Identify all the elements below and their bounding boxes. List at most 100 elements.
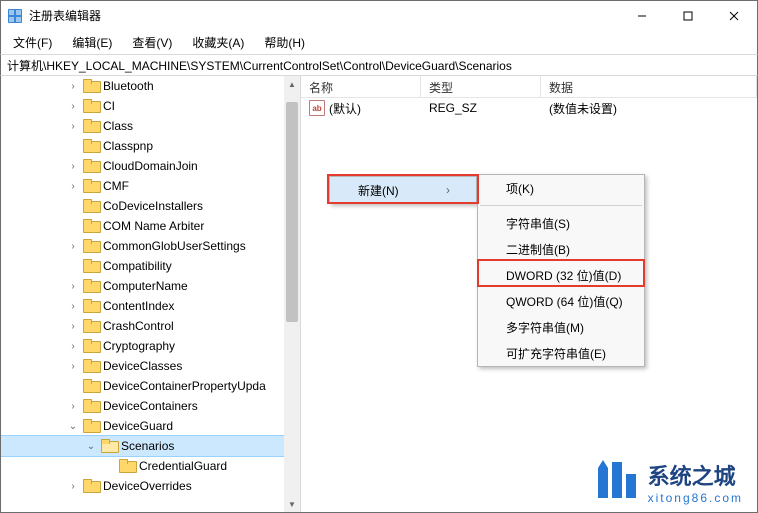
- tree-node-label: Scenarios: [121, 439, 174, 453]
- tree-node[interactable]: DeviceContainerPropertyUpda: [1, 376, 284, 396]
- tree-node[interactable]: › DeviceContainers: [1, 396, 284, 416]
- menu-edit[interactable]: 编辑(E): [64, 32, 120, 53]
- tree-node-label: ComputerName: [103, 279, 188, 293]
- tree-node[interactable]: › ContentIndex: [1, 296, 284, 316]
- watermark-title: 系统之城: [648, 459, 743, 491]
- tree-node[interactable]: ›CrashControl: [1, 316, 284, 336]
- column-data[interactable]: 数据: [541, 76, 757, 97]
- tree-node[interactable]: › Class: [1, 116, 284, 136]
- folder-icon: [83, 319, 99, 333]
- chevron-right-icon[interactable]: ›: [67, 321, 79, 332]
- chevron-right-icon[interactable]: ›: [67, 361, 79, 372]
- tree-node[interactable]: ›CMF: [1, 176, 284, 196]
- tree-node-label: CoDeviceInstallers: [103, 199, 203, 213]
- submenu-multi[interactable]: 多字符串值(M): [478, 314, 644, 340]
- folder-icon: [83, 359, 99, 373]
- tree-node-label: Class: [103, 119, 133, 133]
- tree-node[interactable]: Classpnp: [1, 136, 284, 156]
- tree-node-label: ContentIndex: [103, 299, 174, 313]
- chevron-right-icon[interactable]: ›: [67, 161, 79, 172]
- minimize-button[interactable]: [619, 1, 665, 30]
- tree-node[interactable]: ›Bluetooth: [1, 76, 284, 96]
- menu-view[interactable]: 查看(V): [124, 32, 180, 53]
- tree-node-label: DeviceContainers: [103, 399, 198, 413]
- tree-node[interactable]: › ComputerName: [1, 276, 284, 296]
- values-body[interactable]: ab (默认) REG_SZ (数值未设置): [301, 98, 757, 118]
- context-submenu: 项(K) 字符串值(S) 二进制值(B) DWORD (32 位)值(D) QW…: [477, 174, 645, 367]
- submenu-dword[interactable]: DWORD (32 位)值(D): [478, 262, 644, 288]
- chevron-right-icon[interactable]: ›: [67, 301, 79, 312]
- chevron-down-icon[interactable]: ⌄: [67, 421, 79, 432]
- chevron-right-icon[interactable]: ›: [67, 401, 79, 412]
- folder-icon: [83, 479, 99, 493]
- menu-bar: 文件(F) 编辑(E) 查看(V) 收藏夹(A) 帮助(H): [0, 30, 758, 54]
- chevron-right-icon[interactable]: ›: [67, 121, 79, 132]
- folder-icon: [83, 339, 99, 353]
- string-value-icon: ab: [309, 100, 325, 116]
- tree-node[interactable]: › CommonGlobUserSettings: [1, 236, 284, 256]
- tree-pane: ›Bluetooth›CI›ClassClasspnp›CloudDomainJ…: [1, 76, 301, 512]
- tree-node-label: DeviceGuard: [103, 419, 173, 433]
- folder-icon: [83, 99, 99, 113]
- value-type: REG_SZ: [421, 101, 541, 115]
- chevron-down-icon[interactable]: ⌄: [85, 441, 97, 452]
- tree-node[interactable]: CoDeviceInstallers: [1, 196, 284, 216]
- chevron-right-icon[interactable]: ›: [67, 481, 79, 492]
- chevron-right-icon[interactable]: ›: [67, 101, 79, 112]
- chevron-right-icon[interactable]: ›: [67, 341, 79, 352]
- scroll-up-button[interactable]: ▲: [284, 76, 300, 92]
- submenu-qword-label: QWORD (64 位)值(Q): [506, 293, 623, 310]
- submenu-dword-label: DWORD (32 位)值(D): [506, 267, 621, 284]
- scroll-thumb[interactable]: [286, 102, 298, 322]
- tree-node-label: DeviceClasses: [103, 359, 182, 373]
- value-row[interactable]: ab (默认) REG_SZ (数值未设置): [301, 98, 757, 118]
- chevron-right-icon[interactable]: ›: [67, 281, 79, 292]
- tree-node-label: CloudDomainJoin: [103, 159, 198, 173]
- folder-icon: [83, 379, 99, 393]
- column-type[interactable]: 类型: [421, 76, 541, 97]
- menu-file[interactable]: 文件(F): [5, 32, 60, 53]
- submenu-qword[interactable]: QWORD (64 位)值(Q): [478, 288, 644, 314]
- chevron-right-icon[interactable]: ›: [67, 241, 79, 252]
- submenu-binary[interactable]: 二进制值(B): [478, 236, 644, 262]
- submenu-expand[interactable]: 可扩充字符串值(E): [478, 340, 644, 366]
- main-area: ›Bluetooth›CI›ClassClasspnp›CloudDomainJ…: [0, 76, 758, 513]
- folder-icon: [83, 219, 99, 233]
- scroll-track[interactable]: [284, 92, 300, 496]
- tree-node[interactable]: COM Name Arbiter: [1, 216, 284, 236]
- chevron-right-icon[interactable]: ›: [67, 81, 79, 92]
- tree-node[interactable]: ⌄ Scenarios: [1, 436, 284, 456]
- watermark: 系统之城 xitong86.com: [592, 458, 743, 506]
- tree-node-label: CredentialGuard: [139, 459, 227, 473]
- tree-node-label: CI: [103, 99, 115, 113]
- tree-node[interactable]: Compatibility: [1, 256, 284, 276]
- scroll-down-button[interactable]: ▼: [284, 496, 300, 512]
- registry-tree[interactable]: ›Bluetooth›CI›ClassClasspnp›CloudDomainJ…: [1, 76, 284, 496]
- folder-icon: [83, 239, 99, 253]
- menu-help[interactable]: 帮助(H): [256, 32, 313, 53]
- submenu-string[interactable]: 字符串值(S): [478, 210, 644, 236]
- maximize-button[interactable]: [665, 1, 711, 30]
- menu-favorites[interactable]: 收藏夹(A): [184, 32, 252, 53]
- submenu-key[interactable]: 项(K): [478, 175, 644, 201]
- close-button[interactable]: [711, 1, 757, 30]
- tree-node[interactable]: › DeviceClasses: [1, 356, 284, 376]
- folder-icon: [83, 139, 99, 153]
- tree-node[interactable]: › CI: [1, 96, 284, 116]
- tree-node[interactable]: ›DeviceOverrides: [1, 476, 284, 496]
- column-name[interactable]: 名称: [301, 76, 421, 97]
- submenu-key-label: 项(K): [506, 180, 534, 197]
- tree-scrollbar[interactable]: ▲ ▼: [284, 76, 300, 512]
- tree-node-label: DeviceContainerPropertyUpda: [103, 379, 266, 393]
- submenu-binary-label: 二进制值(B): [506, 241, 570, 258]
- tree-node[interactable]: CredentialGuard: [1, 456, 284, 476]
- chevron-right-icon[interactable]: ›: [67, 181, 79, 192]
- context-new[interactable]: 新建(N) ›: [330, 177, 476, 203]
- chevron-right-icon: ›: [426, 183, 450, 197]
- tree-node[interactable]: › Cryptography: [1, 336, 284, 356]
- tree-node-label: CommonGlobUserSettings: [103, 239, 246, 253]
- tree-node-label: Cryptography: [103, 339, 175, 353]
- tree-node[interactable]: › CloudDomainJoin: [1, 156, 284, 176]
- address-bar[interactable]: 计算机\HKEY_LOCAL_MACHINE\SYSTEM\CurrentCon…: [0, 54, 758, 76]
- tree-node[interactable]: ⌄ DeviceGuard: [1, 416, 284, 436]
